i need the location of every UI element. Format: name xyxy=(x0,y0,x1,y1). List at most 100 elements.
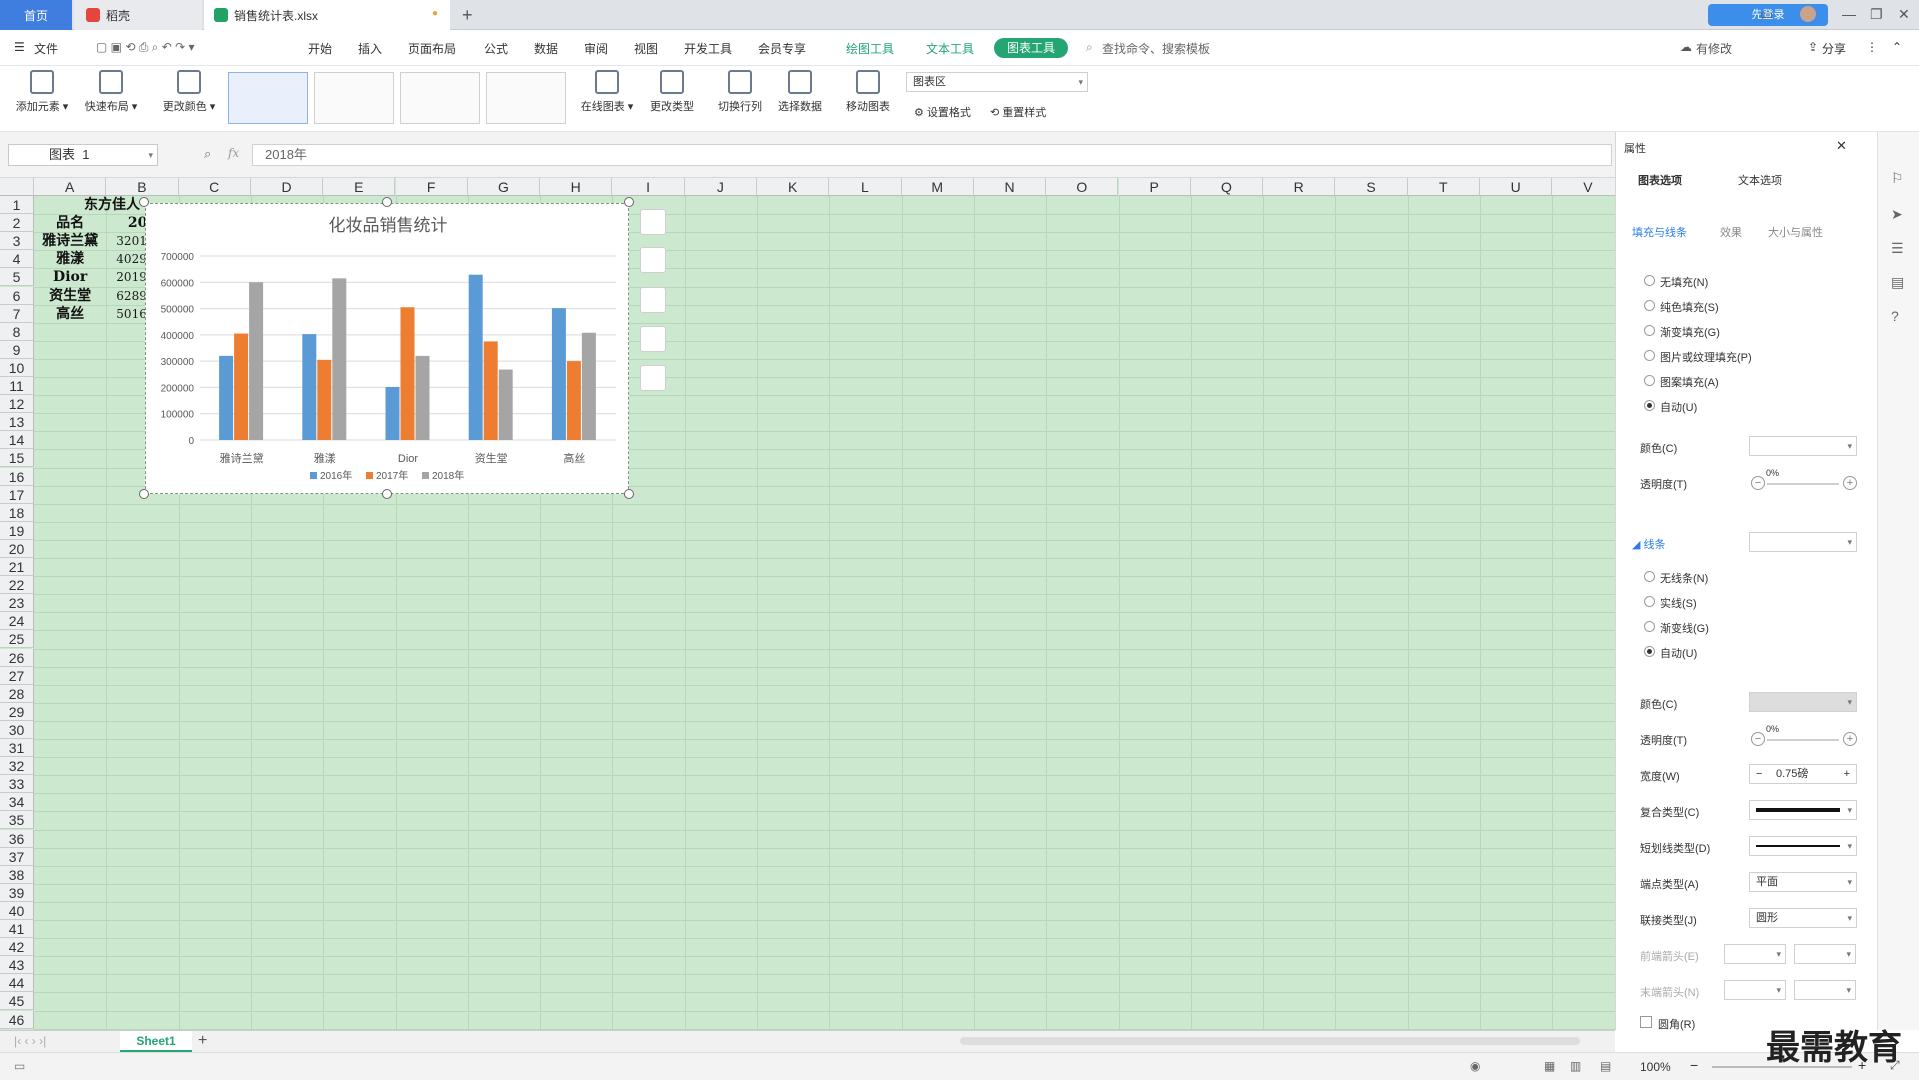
sheet-nav-icons[interactable]: |‹ ‹ › ›| xyxy=(14,1034,46,1048)
row-header[interactable]: 37 xyxy=(0,847,34,866)
select-data-button[interactable]: 选择数据 xyxy=(772,70,828,114)
formula-input[interactable]: 2018年 xyxy=(252,144,1612,166)
row-header[interactable]: 36 xyxy=(0,829,34,848)
column-header[interactable]: L xyxy=(829,178,902,196)
column-header[interactable]: G xyxy=(467,178,541,196)
column-header[interactable]: D xyxy=(250,178,324,196)
row-header[interactable]: 2 xyxy=(0,214,34,233)
column-header[interactable]: S xyxy=(1335,178,1408,196)
layout-icon[interactable]: ▭ xyxy=(1760,6,1773,23)
row-header[interactable]: 35 xyxy=(0,811,34,830)
restore-icon[interactable]: ❐ xyxy=(1870,6,1883,23)
row-header[interactable]: 6 xyxy=(0,286,34,305)
row-header[interactable]: 22 xyxy=(0,576,34,595)
width-stepper[interactable]: −0.75磅 + xyxy=(1749,764,1857,784)
end-arrow-type[interactable] xyxy=(1724,980,1786,1000)
fill-transparency-plus[interactable]: + xyxy=(1843,476,1857,490)
select-pointer-icon[interactable]: ➤ xyxy=(1891,206,1903,223)
column-header[interactable]: I xyxy=(612,178,685,196)
line-color-picker[interactable] xyxy=(1749,692,1857,712)
end-arrow-size[interactable] xyxy=(1794,980,1856,1000)
tab-spreadsheet[interactable]: 销售统计表.xlsx ● xyxy=(204,0,450,30)
resize-handle-bl[interactable] xyxy=(139,489,149,499)
chart-style-preset-2[interactable] xyxy=(314,72,394,124)
fill-option-label[interactable]: 渐变填充(G) xyxy=(1660,324,1720,340)
close-icon[interactable]: ✕ xyxy=(1898,6,1910,23)
chart-tip-bulb-icon[interactable] xyxy=(640,365,666,391)
menu-member[interactable]: 会员专享 xyxy=(758,40,806,57)
chart-settings-gear-icon[interactable] xyxy=(640,326,666,352)
fill-color-picker[interactable] xyxy=(1749,436,1857,456)
fill-transparency-slider[interactable] xyxy=(1767,483,1839,485)
subtab-size[interactable]: 大小与属性 xyxy=(1768,224,1823,240)
tab-home[interactable]: 首页 xyxy=(0,0,72,30)
panel-close-icon[interactable]: ✕ xyxy=(1836,138,1847,154)
row-header[interactable]: 21 xyxy=(0,558,34,576)
row-header[interactable]: 31 xyxy=(0,739,34,757)
fill-option-radio[interactable] xyxy=(1644,275,1655,286)
zoom-out-icon[interactable]: − xyxy=(1690,1057,1698,1073)
reset-style-button[interactable]: ⟲ 重置样式 xyxy=(990,104,1046,120)
line-option-radio[interactable] xyxy=(1644,571,1655,582)
cloud-sync-icon[interactable]: ☁ xyxy=(1680,40,1692,54)
share-icon[interactable]: ⇪ xyxy=(1808,40,1818,54)
chart-object[interactable]: 化妆品销售统计 0 100000 200000 300000 400000 500000 60… xyxy=(145,203,629,494)
view-normal-icon[interactable]: ▦ xyxy=(1544,1059,1555,1073)
row-header[interactable]: 19 xyxy=(0,521,34,540)
menu-insert[interactable]: 插入 xyxy=(358,40,382,57)
row-header[interactable]: 23 xyxy=(0,594,34,613)
line-option-label[interactable]: 自动(U) xyxy=(1660,645,1697,661)
menu-developer[interactable]: 开发工具 xyxy=(684,40,732,57)
column-header[interactable]: V xyxy=(1552,178,1615,196)
tab-text-options[interactable]: 文本选项 xyxy=(1738,172,1782,188)
cell-a2[interactable]: 品名 xyxy=(34,214,106,232)
eye-protect-icon[interactable]: ◉ xyxy=(1470,1059,1480,1073)
avatar[interactable] xyxy=(1800,6,1816,22)
zoom-search-icon[interactable]: ⌕ xyxy=(204,146,211,162)
row-header[interactable]: 30 xyxy=(0,720,34,739)
line-option-label[interactable]: 渐变线(G) xyxy=(1660,620,1709,636)
row-header[interactable]: 1 xyxy=(0,196,34,214)
chart-filter-icon[interactable] xyxy=(640,287,666,313)
line-option-radio[interactable] xyxy=(1644,646,1655,657)
menu-file[interactable]: 文件 xyxy=(34,40,58,57)
fill-option-radio[interactable] xyxy=(1644,325,1655,336)
column-header[interactable]: E xyxy=(323,178,396,196)
resize-handle-t[interactable] xyxy=(382,197,392,207)
cell-name[interactable]: 资生堂 xyxy=(34,287,106,305)
settings-sliders-icon[interactable]: ☰ xyxy=(1891,240,1904,257)
resize-handle-tr[interactable] xyxy=(624,197,634,207)
line-preset-select[interactable] xyxy=(1749,532,1857,552)
menu-review[interactable]: 审阅 xyxy=(584,40,608,57)
fill-option-radio[interactable] xyxy=(1644,350,1655,361)
line-option-label[interactable]: 无线条(N) xyxy=(1660,570,1708,586)
row-header[interactable]: 41 xyxy=(0,920,34,938)
row-header[interactable]: 42 xyxy=(0,938,34,957)
chart-element-select[interactable]: 图表区 xyxy=(906,72,1088,92)
column-header[interactable]: B xyxy=(106,178,179,196)
online-chart-button[interactable]: 在线图表 ▾ xyxy=(576,70,638,114)
row-header[interactable]: 26 xyxy=(0,648,34,667)
move-chart-button[interactable]: 移动图表 xyxy=(840,70,896,114)
menu-data[interactable]: 数据 xyxy=(534,40,558,57)
resize-handle-br[interactable] xyxy=(624,489,634,499)
row-header[interactable]: 39 xyxy=(0,883,34,902)
row-header[interactable]: 4 xyxy=(0,250,34,269)
column-header[interactable]: A xyxy=(34,178,107,196)
tab-chart-options[interactable]: 图表选项 xyxy=(1638,172,1682,188)
column-header[interactable]: Q xyxy=(1190,178,1264,196)
line-option-label[interactable]: 实线(S) xyxy=(1660,595,1697,611)
cell-name[interactable]: Dior xyxy=(34,268,106,286)
view-preview-icon[interactable]: ▤ xyxy=(1600,1059,1611,1073)
menu-page-layout[interactable]: 页面布局 xyxy=(408,40,456,57)
row-header[interactable]: 12 xyxy=(0,395,34,414)
column-header[interactable]: M xyxy=(901,178,974,196)
menu-view[interactable]: 视图 xyxy=(634,40,658,57)
row-header[interactable]: 46 xyxy=(0,1010,34,1029)
column-header[interactable]: K xyxy=(757,178,830,196)
fill-option-radio[interactable] xyxy=(1644,375,1655,386)
zoom-level[interactable]: 100% xyxy=(1640,1060,1671,1074)
line-option-radio[interactable] xyxy=(1644,596,1655,607)
column-header[interactable]: O xyxy=(1046,178,1119,196)
fill-option-label[interactable]: 纯色填充(S) xyxy=(1660,299,1719,315)
